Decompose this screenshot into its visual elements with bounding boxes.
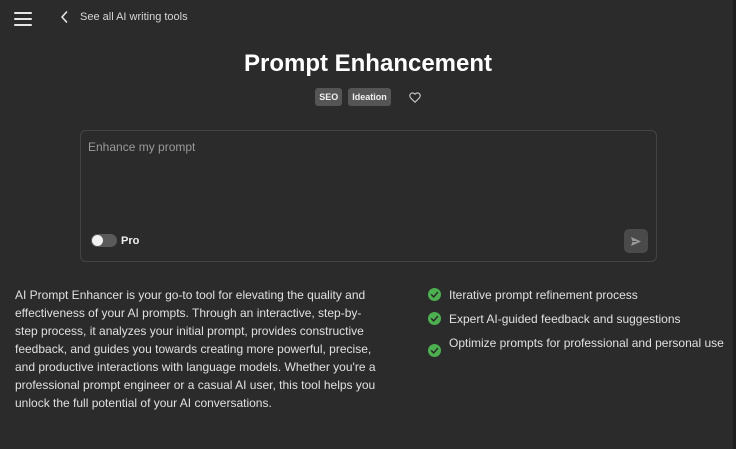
feature-text: Expert AI-guided feedback and suggestion… xyxy=(449,312,681,326)
feature-item: Optimize prompts for professional and pe… xyxy=(428,334,728,357)
feature-item: Expert AI-guided feedback and suggestion… xyxy=(428,310,728,328)
feature-text: Iterative prompt refinement process xyxy=(449,288,638,302)
back-link-label: See all AI writing tools xyxy=(80,11,188,23)
tool-description: AI Prompt Enhancer is your go-to tool fo… xyxy=(15,288,376,410)
check-circle-icon xyxy=(428,312,441,325)
pro-toggle[interactable]: Pro xyxy=(91,234,139,247)
tag-ideation[interactable]: Ideation xyxy=(348,88,391,106)
prompt-box: Pro xyxy=(80,130,657,262)
check-circle-icon xyxy=(428,344,441,357)
send-button[interactable] xyxy=(624,229,648,253)
chevron-left-icon xyxy=(61,11,68,23)
feature-text: Optimize prompts for professional and pe… xyxy=(449,336,724,350)
page: See all AI writing tools Prompt Enhancem… xyxy=(0,0,736,449)
send-icon xyxy=(631,236,641,246)
tag-list: SEO Ideation xyxy=(0,88,736,106)
hamburger-icon[interactable] xyxy=(14,12,32,26)
page-title: Prompt Enhancement xyxy=(243,50,493,77)
tag-seo[interactable]: SEO xyxy=(315,88,343,106)
heart-icon[interactable] xyxy=(409,91,421,103)
pro-switch[interactable] xyxy=(91,234,117,247)
feature-list: Iterative prompt refinement process Expe… xyxy=(428,286,728,363)
pro-label: Pro xyxy=(121,234,140,247)
feature-item: Iterative prompt refinement process xyxy=(428,286,728,304)
check-circle-icon xyxy=(428,288,441,301)
prompt-input[interactable] xyxy=(88,140,628,220)
back-link[interactable]: See all AI writing tools xyxy=(60,11,188,23)
